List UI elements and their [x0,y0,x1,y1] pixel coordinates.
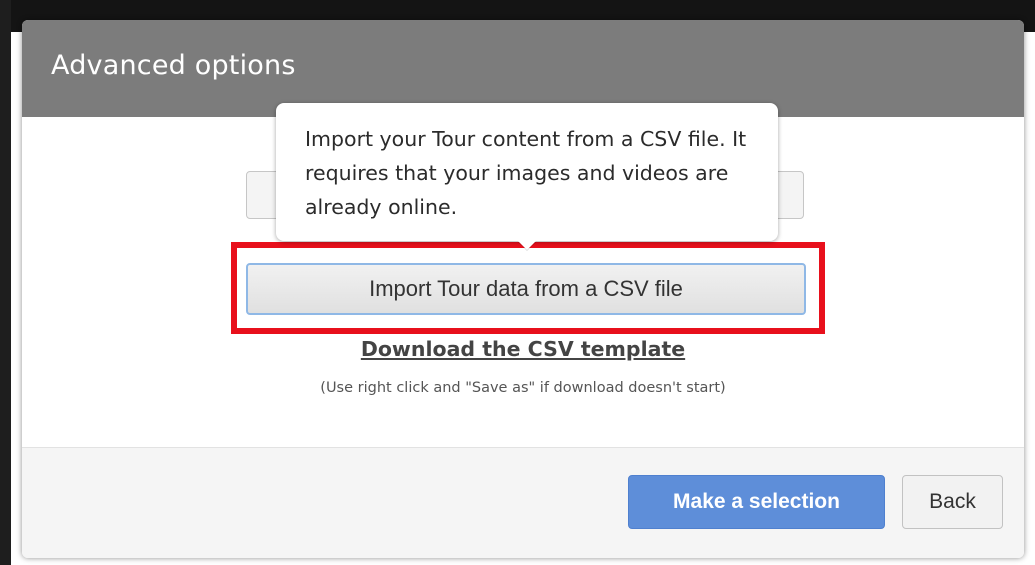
download-csv-template-link[interactable]: Download the CSV template [22,337,1024,361]
back-button[interactable]: Back [902,475,1003,529]
dialog-title: Advanced options [51,50,296,81]
backdrop-left-strip [0,0,11,565]
tooltip-text: Import your Tour content from a CSV file… [305,127,747,219]
dialog-footer: Make a selection Back [22,447,1024,558]
download-hint-text: (Use right click and "Save as" if downlo… [320,380,726,396]
dialog-body: Import your Tour content from a CSV file… [22,103,1024,447]
import-tooltip: Import your Tour content from a CSV file… [276,103,778,250]
advanced-options-dialog: Advanced options Import your Tour conten… [22,20,1024,558]
make-selection-button[interactable]: Make a selection [628,475,885,529]
tooltip-arrow [518,241,536,250]
highlight-annotation-box [231,242,825,334]
